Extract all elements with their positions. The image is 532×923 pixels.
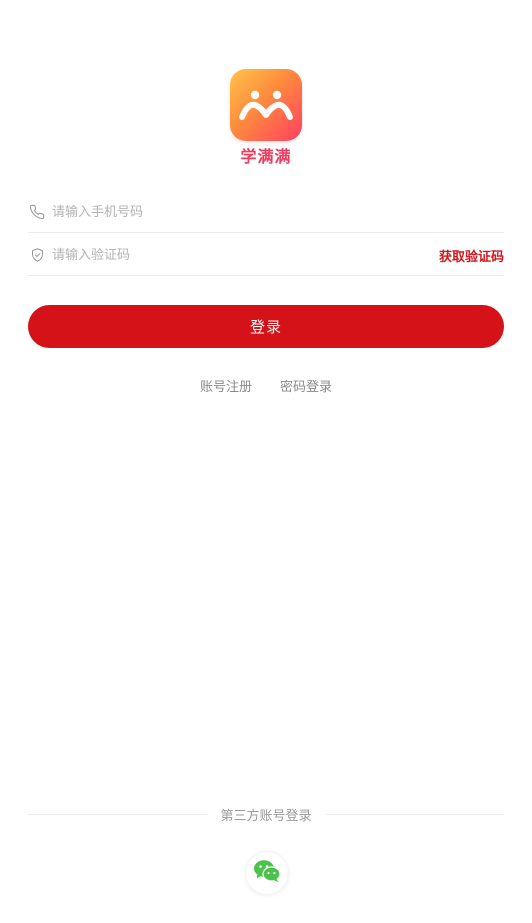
phone-field-row bbox=[28, 192, 504, 233]
login-button[interactable]: 登录 bbox=[28, 305, 504, 348]
code-input[interactable] bbox=[52, 245, 439, 265]
third-party-divider: 第三方账号登录 bbox=[28, 805, 505, 824]
get-code-button[interactable]: 获取验证码 bbox=[439, 246, 504, 265]
login-page: 学满满 获取验证码 登录 账号注册 密码登录 第三方账号登录 bbox=[0, 0, 532, 923]
third-party-label: 第三方账号登录 bbox=[220, 809, 312, 824]
code-field-row: 获取验证码 bbox=[28, 235, 504, 276]
shield-icon bbox=[28, 246, 46, 264]
password-login-link[interactable]: 密码登录 bbox=[280, 376, 332, 395]
app-logo-icon bbox=[230, 69, 302, 141]
divider-line-left bbox=[28, 814, 207, 815]
register-link[interactable]: 账号注册 bbox=[200, 376, 252, 395]
wechat-icon bbox=[253, 859, 281, 887]
auth-links: 账号注册 密码登录 bbox=[0, 376, 532, 395]
phone-icon bbox=[28, 203, 46, 221]
wechat-login-button[interactable] bbox=[245, 851, 289, 895]
phone-input[interactable] bbox=[52, 202, 504, 222]
divider-line-right bbox=[325, 814, 505, 815]
brand-name: 学满满 bbox=[240, 147, 292, 166]
